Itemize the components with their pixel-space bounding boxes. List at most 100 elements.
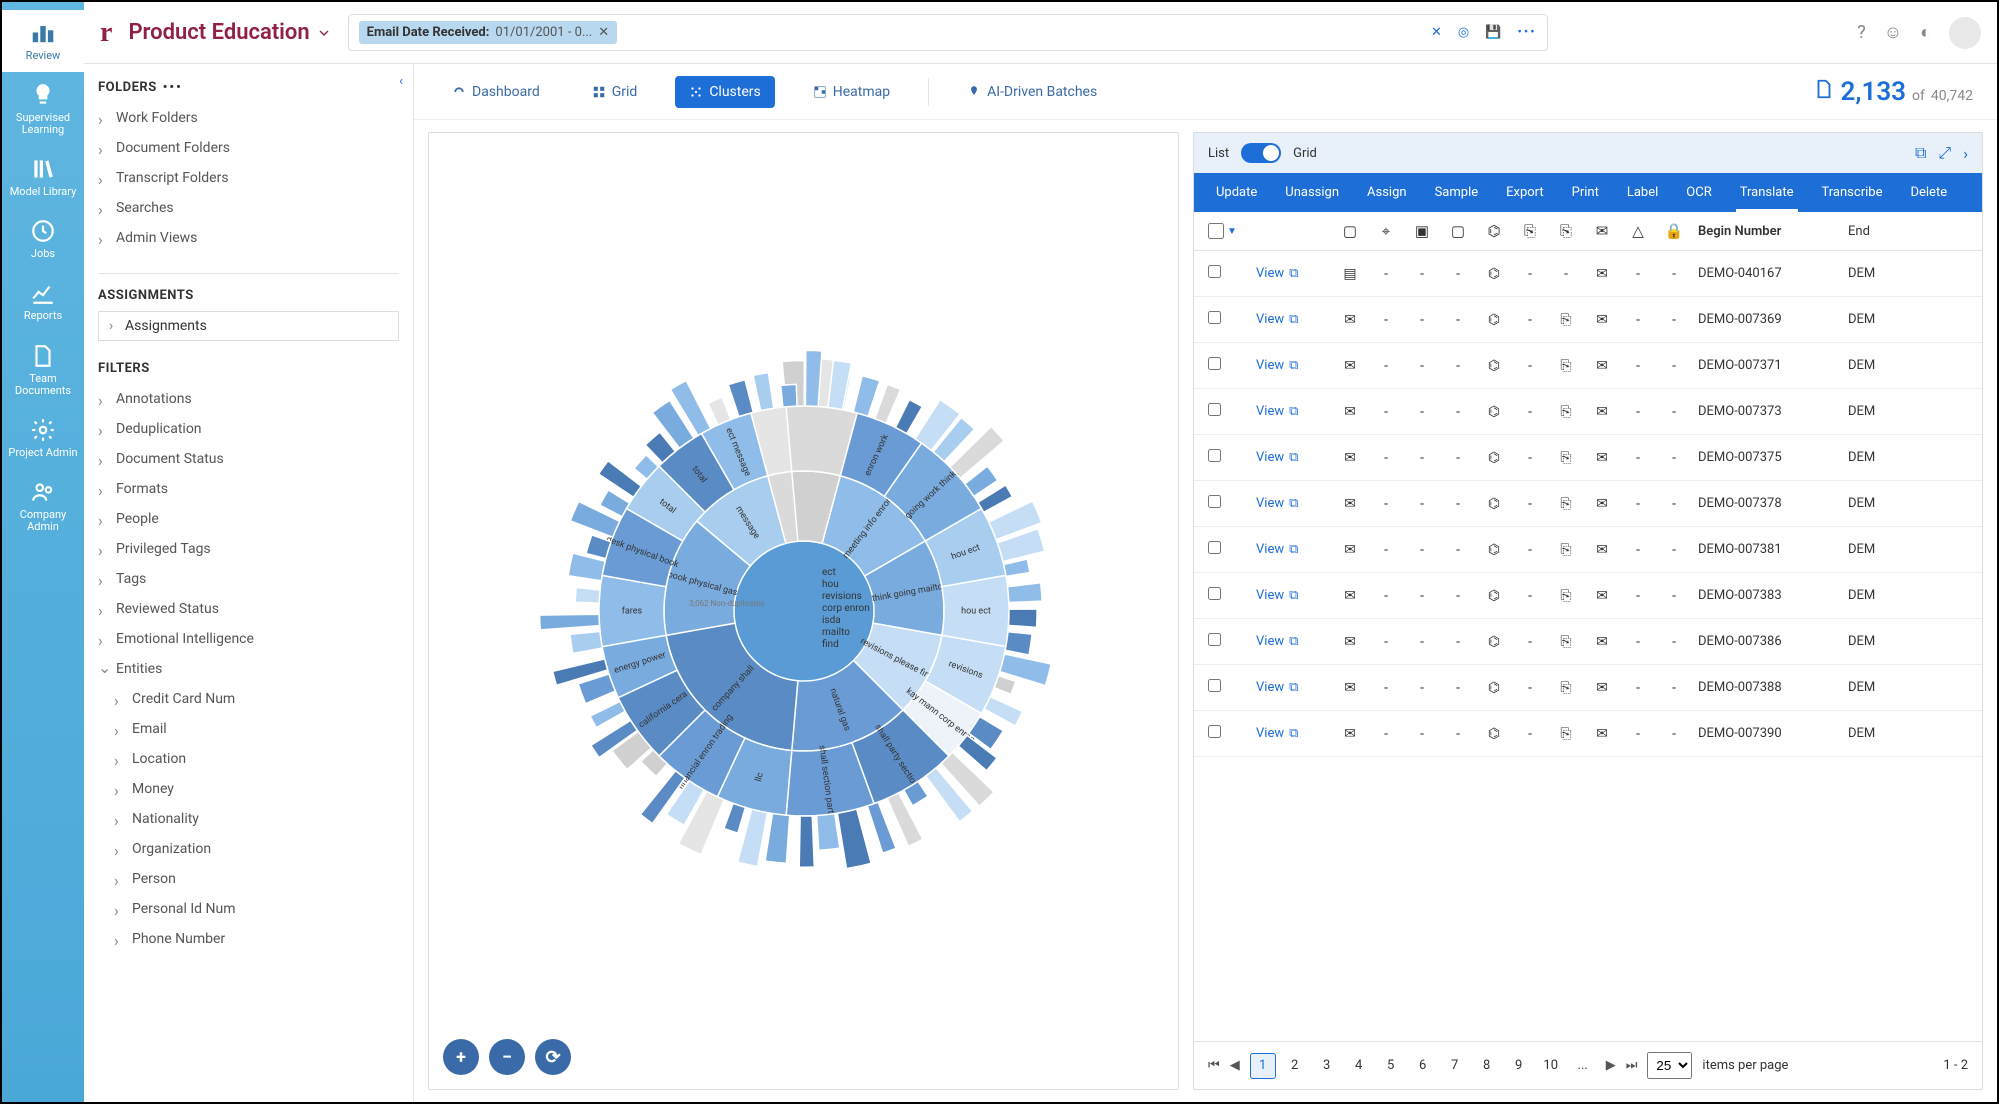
action-translate[interactable]: Translate <box>1726 173 1808 212</box>
entity-item[interactable]: Credit Card Num <box>114 684 399 714</box>
page-...[interactable]: ... <box>1570 1053 1596 1079</box>
zoom-in-button[interactable]: + <box>443 1039 479 1075</box>
prev-page-icon[interactable]: ◀ <box>1230 1058 1240 1073</box>
thread-icon[interactable]: ▣ <box>1404 222 1440 240</box>
filter-item[interactable]: People <box>98 504 399 534</box>
theme-icon[interactable]: ◐ <box>1920 22 1931 43</box>
popout-icon[interactable]: ⧉ <box>1289 312 1298 327</box>
filter-item[interactable]: Privileged Tags <box>98 534 399 564</box>
row-checkbox[interactable] <box>1208 725 1221 738</box>
rail-review[interactable]: Review <box>2 10 84 72</box>
folder-item[interactable]: Document Folders <box>98 133 399 163</box>
cluster-panel[interactable]: ecthourevisionscorp enronisdamailtofindm… <box>428 132 1179 1090</box>
page-5[interactable]: 5 <box>1378 1053 1404 1079</box>
row-checkbox[interactable] <box>1208 495 1221 508</box>
filter-entities[interactable]: Entities <box>98 654 399 684</box>
col-begin-number[interactable]: Begin Number <box>1692 224 1842 239</box>
popout-icon[interactable]: ⧉ <box>1289 588 1298 603</box>
view-link[interactable]: View ⧉ <box>1250 404 1332 419</box>
action-export[interactable]: Export <box>1492 173 1558 212</box>
action-sample[interactable]: Sample <box>1421 173 1493 212</box>
tree-icon[interactable]: ⌬ <box>1476 222 1512 240</box>
page-1[interactable]: 1 <box>1250 1053 1276 1079</box>
chevron-right-icon[interactable]: › <box>1963 144 1968 163</box>
smiley-icon[interactable]: ☺ <box>1884 22 1902 43</box>
folder-item[interactable]: Work Folders <box>98 103 399 133</box>
more-icon[interactable]: ••• <box>1517 25 1536 40</box>
view-link[interactable]: View ⧉ <box>1250 358 1332 373</box>
avatar[interactable] <box>1949 17 1981 49</box>
select-all-checkbox[interactable] <box>1208 223 1224 239</box>
action-update[interactable]: Update <box>1202 173 1271 212</box>
tag-icon[interactable]: ⌖ <box>1368 222 1404 240</box>
popout-icon[interactable]: ⧉ <box>1289 450 1298 465</box>
entity-item[interactable]: Phone Number <box>114 924 399 954</box>
next-page-icon[interactable]: ▶ <box>1606 1058 1616 1073</box>
action-ocr[interactable]: OCR <box>1672 173 1725 212</box>
zoom-out-button[interactable]: − <box>489 1039 525 1075</box>
row-checkbox[interactable] <box>1208 541 1221 554</box>
row-checkbox[interactable] <box>1208 403 1221 416</box>
row-checkbox[interactable] <box>1208 311 1221 324</box>
project-switcher[interactable]: Product Education <box>128 20 331 45</box>
page-6[interactable]: 6 <box>1410 1053 1436 1079</box>
view-link[interactable]: View ⧉ <box>1250 588 1332 603</box>
filter-item[interactable]: Annotations <box>98 384 399 414</box>
mail-icon[interactable]: ✉ <box>1584 222 1620 240</box>
filter-item[interactable]: Formats <box>98 474 399 504</box>
warning-icon[interactable]: △ <box>1620 222 1656 240</box>
popout-icon[interactable]: ⧉ <box>1289 542 1298 557</box>
action-label[interactable]: Label <box>1613 173 1672 212</box>
doc-icon[interactable]: ▢ <box>1440 222 1476 240</box>
type-icon[interactable]: ▢ <box>1332 222 1368 240</box>
entity-item[interactable]: Personal Id Num <box>114 894 399 924</box>
popout-icon[interactable]: ⧉ <box>1289 496 1298 511</box>
view-link[interactable]: View ⧉ <box>1250 450 1332 465</box>
popout-icon[interactable]: ⧉ <box>1289 358 1298 373</box>
entity-item[interactable]: Money <box>114 774 399 804</box>
rail-team-docs[interactable]: Team Documents <box>2 333 84 407</box>
row-checkbox[interactable] <box>1208 679 1221 692</box>
copy-icon[interactable]: ⎘ <box>1512 222 1548 240</box>
filter-item[interactable]: Emotional Intelligence <box>98 624 399 654</box>
row-checkbox[interactable] <box>1208 587 1221 600</box>
row-checkbox[interactable] <box>1208 449 1221 462</box>
entity-item[interactable]: Location <box>114 744 399 774</box>
filter-item[interactable]: Document Status <box>98 444 399 474</box>
view-link[interactable]: View ⧉ <box>1250 312 1332 327</box>
page-3[interactable]: 3 <box>1314 1053 1340 1079</box>
folder-item[interactable]: Searches <box>98 193 399 223</box>
page-10[interactable]: 10 <box>1538 1053 1564 1079</box>
refresh-button[interactable]: ⟳ <box>535 1039 571 1075</box>
folder-item[interactable]: Transcript Folders <box>98 163 399 193</box>
row-checkbox[interactable] <box>1208 633 1221 646</box>
action-assign[interactable]: Assign <box>1353 173 1421 212</box>
entity-item[interactable]: Nationality <box>114 804 399 834</box>
page-size-select[interactable]: 25 <box>1647 1052 1692 1079</box>
select-dropdown-icon[interactable]: ▼ <box>1227 226 1237 237</box>
folder-item[interactable]: Admin Views <box>98 223 399 253</box>
row-checkbox[interactable] <box>1208 357 1221 370</box>
action-print[interactable]: Print <box>1558 173 1613 212</box>
rail-reports[interactable]: Reports <box>2 270 84 332</box>
tab-heatmap[interactable]: Heatmap <box>799 76 904 108</box>
view-link[interactable]: View ⧉ <box>1250 542 1332 557</box>
action-unassign[interactable]: Unassign <box>1271 173 1353 212</box>
view-link[interactable]: View ⧉ <box>1250 680 1332 695</box>
col-end-number[interactable]: End <box>1842 224 1876 239</box>
dup-icon[interactable]: ⎘ <box>1548 222 1584 240</box>
expand-icon[interactable]: ⤢ <box>1938 143 1951 163</box>
popout-icon[interactable]: ⧉ <box>1915 143 1926 163</box>
popout-icon[interactable]: ⧉ <box>1289 634 1298 649</box>
entity-item[interactable]: Organization <box>114 834 399 864</box>
filter-item[interactable]: Deduplication <box>98 414 399 444</box>
rail-jobs[interactable]: Jobs <box>2 208 84 270</box>
filter-bar[interactable]: Email Date Received: 01/01/2001 - 0... ✕… <box>348 14 1548 51</box>
clear-filters-icon[interactable]: ✕ <box>1431 25 1442 40</box>
action-transcribe[interactable]: Transcribe <box>1808 173 1897 212</box>
view-link[interactable]: View ⧉ <box>1250 266 1332 281</box>
collapse-sidebar-icon[interactable]: ‹ <box>399 74 403 89</box>
rail-supervised[interactable]: Supervised Learning <box>2 72 84 146</box>
page-4[interactable]: 4 <box>1346 1053 1372 1079</box>
page-7[interactable]: 7 <box>1442 1053 1468 1079</box>
